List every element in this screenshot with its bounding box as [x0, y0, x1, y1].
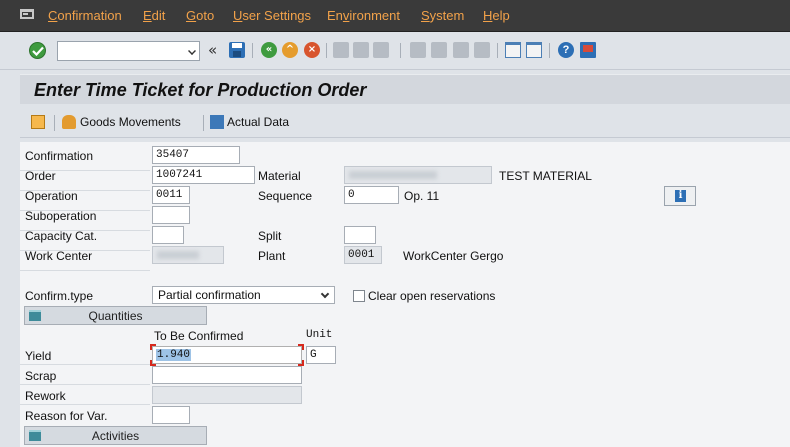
suboperation-field[interactable] — [152, 206, 190, 224]
reason-for-variance-label: Reason for Var. — [25, 409, 108, 423]
sequence-label: Sequence — [258, 189, 313, 203]
yield-label: Yield — [25, 349, 52, 363]
menu-system[interactable]: System — [421, 8, 464, 23]
rework-label: Rework — [25, 389, 66, 403]
overview-button[interactable] — [31, 113, 47, 133]
operation-description: Op. 11 — [404, 189, 440, 203]
collapse-command-icon[interactable]: « — [208, 41, 217, 59]
customize-layout-icon[interactable] — [580, 42, 596, 58]
activities-section-button[interactable]: Activities — [24, 426, 207, 445]
order-field[interactable]: 1007241 — [152, 166, 255, 184]
plant-label: Plant — [258, 249, 286, 263]
goods-movements-button[interactable]: Goods Movements — [62, 113, 192, 133]
work-center-description: WorkCenter Gergo — [403, 249, 504, 263]
clear-reservations-label: Clear open reservations — [368, 289, 496, 303]
menu-confirmation[interactable]: Confirmation — [48, 8, 122, 23]
menu-help[interactable]: Help — [483, 8, 510, 23]
application-toolbar: Goods Movements Actual Data — [20, 106, 790, 138]
scrap-field[interactable] — [152, 366, 302, 384]
menu-goto[interactable]: Goto — [186, 8, 214, 23]
chevron-down-icon[interactable] — [188, 47, 196, 55]
capacity-category-field[interactable] — [152, 226, 184, 244]
info-icon: i — [675, 190, 686, 202]
yield-field[interactable]: 1.940 — [152, 346, 302, 364]
last-page-icon[interactable] — [474, 42, 490, 58]
row-divider — [20, 270, 150, 271]
page-title: Enter Time Ticket for Production Order — [34, 80, 367, 100]
goods-movements-icon — [62, 115, 76, 129]
reason-for-variance-field[interactable] — [152, 406, 190, 424]
confirm-type-select[interactable]: Partial confirmation — [152, 286, 335, 304]
operation-field[interactable]: 0011 — [152, 186, 190, 204]
sequence-field[interactable]: 0 — [344, 186, 399, 204]
menu-bar: Confirmation Edit Goto User Settings Env… — [0, 0, 790, 32]
toolbar-separator — [252, 43, 253, 58]
toolbar-separator — [326, 43, 327, 58]
material-field — [344, 166, 492, 184]
enter-check-icon[interactable] — [29, 42, 46, 59]
focus-marker — [298, 344, 304, 350]
cancel-icon[interactable]: × — [304, 42, 320, 58]
chevron-down-icon — [320, 289, 330, 299]
operation-label: Operation — [25, 189, 78, 203]
focus-marker — [150, 344, 156, 350]
actual-data-button[interactable]: Actual Data — [210, 113, 320, 133]
command-field[interactable] — [57, 41, 200, 61]
actual-data-icon — [210, 115, 224, 129]
standard-toolbar: « « ^ × ? — [0, 32, 790, 70]
plant-field: 0001 — [344, 246, 382, 264]
exit-icon[interactable]: ^ — [282, 42, 298, 58]
form-area: Confirmation 35407 Order 1007241 Materia… — [20, 142, 790, 447]
title-bar: Enter Time Ticket for Production Order — [20, 74, 790, 104]
toolbar-separator — [54, 115, 55, 131]
material-label: Material — [258, 169, 301, 183]
info-button[interactable]: i — [664, 186, 696, 206]
split-field[interactable] — [344, 226, 376, 244]
capacity-category-label: Capacity Cat. — [25, 229, 98, 243]
work-center-label: Work Center — [25, 249, 93, 263]
row-divider — [20, 404, 150, 405]
rework-field — [152, 386, 302, 404]
overview-icon — [31, 115, 45, 129]
help-icon[interactable]: ? — [558, 42, 574, 58]
toolbar-separator — [549, 43, 550, 58]
work-center-field — [152, 246, 224, 264]
save-icon[interactable] — [229, 42, 245, 58]
menu-edit[interactable]: Edit — [143, 8, 165, 23]
scrap-label: Scrap — [25, 369, 57, 383]
suboperation-label: Suboperation — [25, 209, 97, 223]
next-page-icon[interactable] — [453, 42, 469, 58]
previous-page-icon[interactable] — [431, 42, 447, 58]
new-session-icon[interactable] — [505, 42, 521, 58]
unit-header: Unit — [306, 329, 333, 341]
order-label: Order — [25, 169, 56, 183]
menu-environment[interactable]: Environment — [327, 8, 400, 23]
to-be-confirmed-header: To Be Confirmed — [154, 329, 244, 343]
toolbar-separator — [203, 115, 204, 131]
split-label: Split — [258, 229, 282, 243]
confirmation-label: Confirmation — [25, 149, 94, 163]
row-divider — [20, 364, 150, 365]
yield-unit-field[interactable]: G — [306, 346, 336, 364]
find-icon[interactable] — [353, 42, 369, 58]
back-icon[interactable]: « — [261, 42, 277, 58]
clear-reservations-checkbox[interactable] — [353, 290, 365, 302]
print-icon[interactable] — [333, 42, 349, 58]
shortcut-icon[interactable] — [526, 42, 542, 58]
first-page-icon[interactable] — [410, 42, 426, 58]
quantities-section-button[interactable]: Quantities — [24, 306, 207, 325]
toolbar-separator — [400, 43, 401, 58]
toolbar-separator — [497, 43, 498, 58]
row-divider — [20, 384, 150, 385]
find-next-icon[interactable] — [373, 42, 389, 58]
confirmation-field[interactable]: 35407 — [152, 146, 240, 164]
confirm-type-label: Confirm.type — [25, 289, 94, 303]
material-description: TEST MATERIAL — [499, 169, 592, 183]
menu-icon[interactable] — [20, 9, 34, 19]
menu-user-settings[interactable]: User Settings — [233, 8, 311, 23]
